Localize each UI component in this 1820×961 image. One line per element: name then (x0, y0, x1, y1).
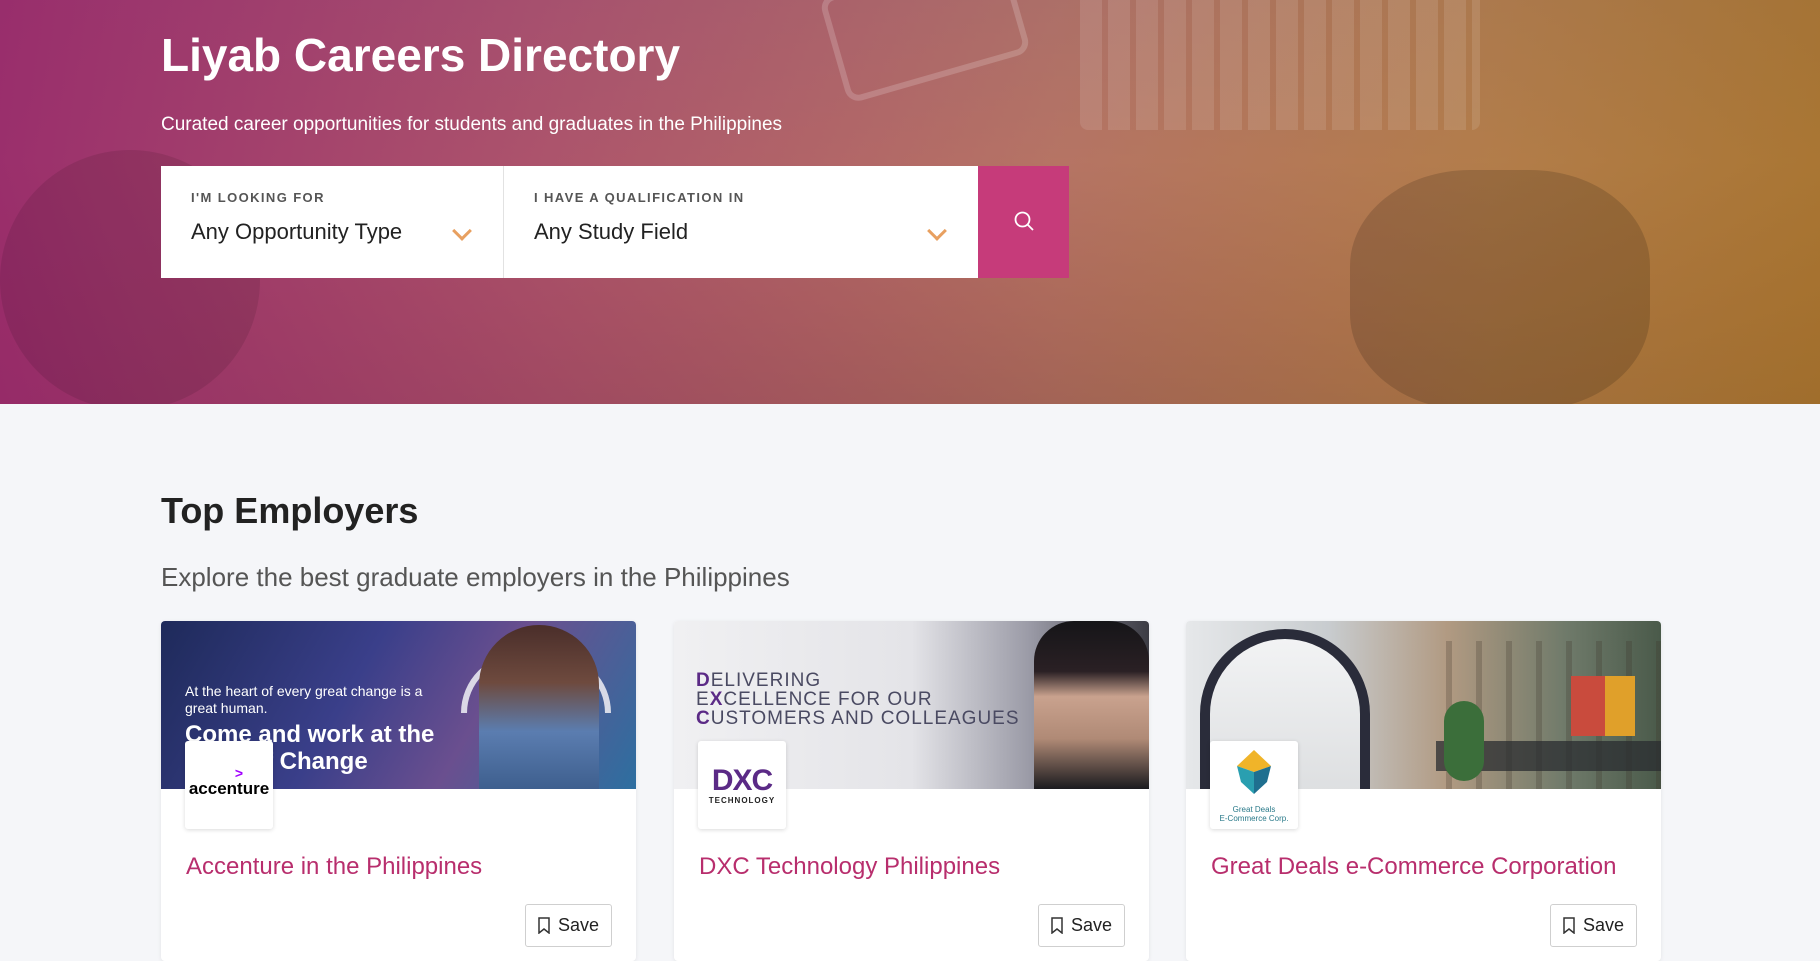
section-subtitle: Explore the best graduate employers in t… (161, 562, 790, 592)
bookmark-icon (1563, 917, 1575, 934)
save-button[interactable]: Save (525, 904, 612, 947)
employer-card-great-deals[interactable]: Great Deals E-Commerce Corp. Great Deals … (1186, 621, 1661, 961)
study-field-select[interactable]: I HAVE A QUALIFICATION IN Any Study Fiel… (504, 166, 978, 278)
accenture-logo: > accenture (188, 765, 270, 799)
employer-card-dxc[interactable]: DELIVERING EXCELLENCE FOR OUR CUSTOMERS … (674, 621, 1149, 961)
banner-line: CUSTOMERS AND COLLEAGUES (696, 708, 1020, 729)
office-decoration (1605, 676, 1635, 736)
employer-card-accenture[interactable]: At the heart of every great change is a … (161, 621, 636, 961)
hero-tablet-decoration (818, 0, 1032, 105)
save-button[interactable]: Save (1038, 904, 1125, 947)
search-icon (1012, 209, 1036, 236)
person-photo (1034, 621, 1149, 789)
logo-text: accenture (188, 779, 270, 798)
office-decoration (1571, 676, 1605, 736)
plant-decoration (1444, 701, 1484, 781)
dxc-logo: DXC TECHNOLOGY (708, 763, 776, 805)
person-photo (479, 625, 599, 789)
employer-name-link[interactable]: DXC Technology Philippines (699, 853, 1000, 881)
hero-laptop-decoration (1080, 0, 1480, 130)
opportunity-type-value: Any Opportunity Type (191, 219, 403, 244)
accenture-mark-icon: > (234, 765, 244, 781)
employer-logo: Great Deals E-Commerce Corp. (1210, 741, 1298, 829)
employer-logo: DXC TECHNOLOGY (698, 741, 786, 829)
great-deals-logo: Great Deals E-Commerce Corp. (1219, 748, 1289, 823)
great-deals-logo-icon (1227, 748, 1281, 803)
hero-decoration (1350, 170, 1650, 404)
logo-subtext: TECHNOLOGY (708, 795, 776, 805)
banner-line: EXCELLENCE FOR OUR (696, 689, 933, 710)
employer-logo: > accenture (185, 741, 273, 829)
logo-text: DXC (711, 763, 773, 797)
banner-line: DELIVERING (696, 670, 822, 691)
save-label: Save (1582, 915, 1625, 935)
opportunity-type-select[interactable]: I'M LOOKING FOR Any Opportunity Type (161, 166, 504, 278)
opportunity-type-label: I'M LOOKING FOR (191, 190, 325, 205)
banner-headline: DELIVERING EXCELLENCE FOR OUR CUSTOMERS … (696, 671, 1020, 728)
page-subtitle: Curated career opportunities for student… (161, 114, 783, 135)
bookmark-icon (538, 917, 550, 934)
search-bar: I'M LOOKING FOR Any Opportunity Type I H… (161, 166, 1069, 278)
employer-name-link[interactable]: Accenture in the Philippines (186, 853, 482, 881)
employer-name-link[interactable]: Great Deals e-Commerce Corporation (1211, 853, 1616, 881)
search-button[interactable] (978, 166, 1069, 278)
hero-banner: Liyab Careers Directory Curated career o… (0, 0, 1820, 404)
page-title: Liyab Careers Directory (161, 29, 681, 81)
logo-caption: Great Deals E-Commerce Corp. (1219, 804, 1289, 823)
save-button[interactable]: Save (1550, 904, 1637, 947)
banner-tagline: At the heart of every great change is a … (185, 683, 423, 716)
save-label: Save (1070, 915, 1113, 935)
section-title: Top Employers (161, 490, 419, 531)
bookmark-icon (1051, 917, 1063, 934)
save-label: Save (557, 915, 600, 935)
study-field-value: Any Study Field (534, 219, 689, 244)
study-field-label: I HAVE A QUALIFICATION IN (534, 190, 745, 205)
